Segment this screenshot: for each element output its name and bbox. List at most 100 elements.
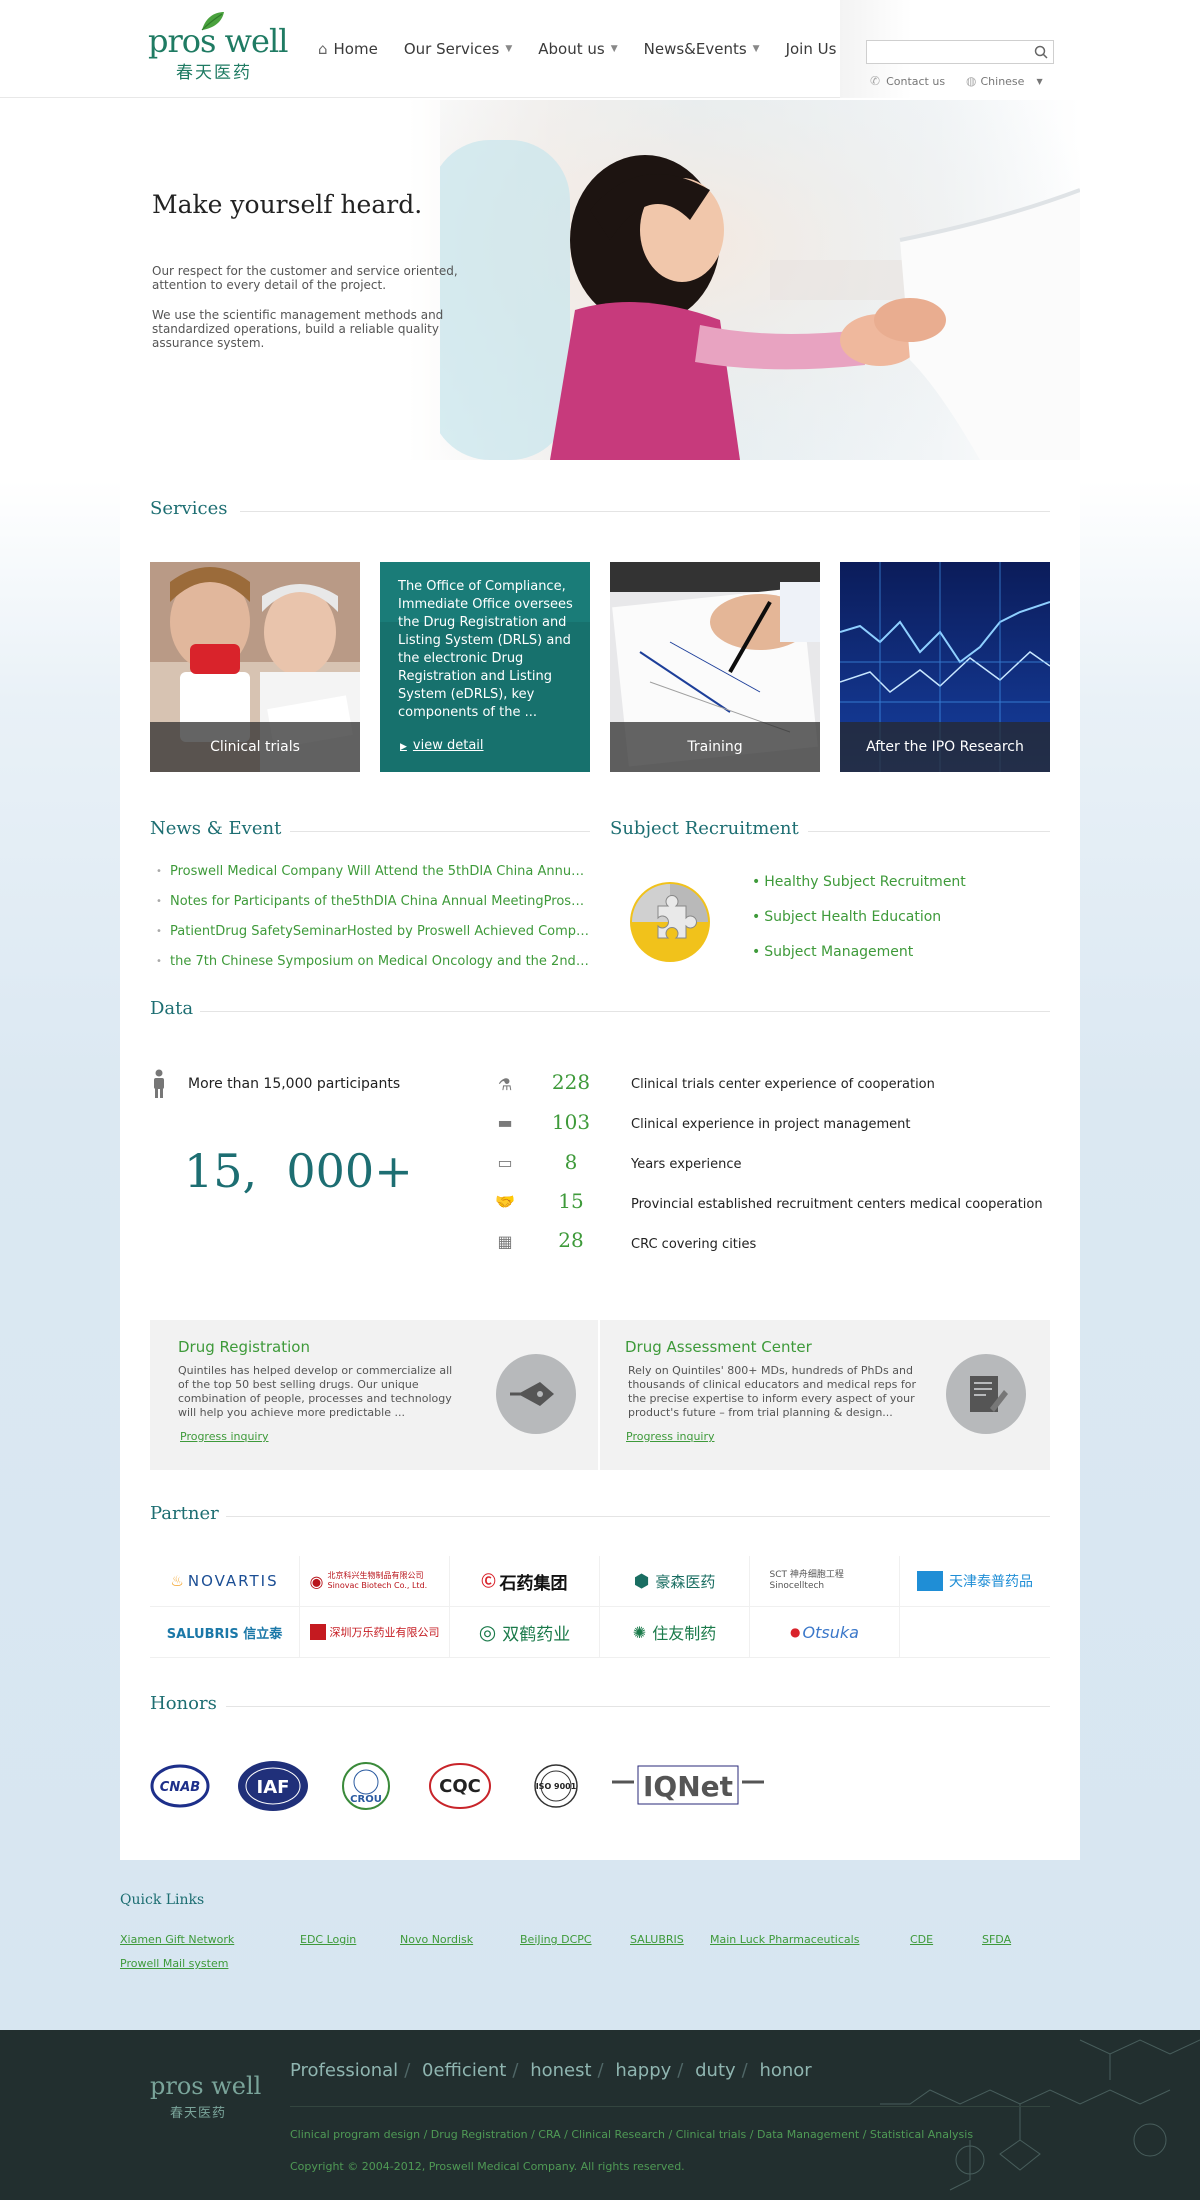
footer-copyright: Copyright © 2004-2012, Proswell Medical … bbox=[290, 2160, 685, 2173]
partner-grid: ♨ NOVARTIS ◉ 北京科兴生物制品有限公司 Sinovac Biotec… bbox=[150, 1556, 1050, 1658]
quick-link[interactable]: SFDA bbox=[982, 1933, 1011, 1946]
footer-services: Clinical program design / Drug Registrat… bbox=[290, 2128, 974, 2141]
service-tile-training[interactable]: Training bbox=[610, 562, 820, 772]
assessment-title: Drug Registration bbox=[178, 1338, 310, 1356]
logo[interactable]: pros well 春天医药 bbox=[148, 12, 288, 83]
data-title: Data bbox=[150, 998, 194, 1019]
contact-us-link[interactable]: ✆ Contact us bbox=[870, 74, 945, 88]
cspc-icon: Ⓒ bbox=[481, 1574, 496, 1590]
recruitment-item-label: Subject Health Education bbox=[764, 909, 942, 925]
cnab-logo: CNAB bbox=[150, 1760, 210, 1812]
tile-caption: After the IPO Research bbox=[840, 722, 1050, 772]
services-title: Services bbox=[150, 498, 228, 519]
nav-home[interactable]: ⌂ Home bbox=[318, 40, 378, 58]
partner-logo[interactable]: SCT 神舟细胞工程 Sinocelltech bbox=[750, 1556, 899, 1606]
separator: / bbox=[597, 2060, 604, 2081]
recruitment-item[interactable]: • Healthy Subject Recruitment bbox=[752, 874, 966, 909]
recruitment-item[interactable]: • Subject Health Education bbox=[752, 909, 966, 944]
footer: pros well 春天医药 Professional/ 0efficient /… bbox=[0, 2030, 1200, 2200]
crane-icon: ◎ bbox=[478, 1620, 497, 1644]
recruitment-item-label: Healthy Subject Recruitment bbox=[764, 874, 966, 890]
partner-name: 双鹤药业 bbox=[502, 1624, 571, 1645]
partner-logo[interactable]: ♨ NOVARTIS bbox=[150, 1556, 299, 1606]
cqc-logo: CQC bbox=[428, 1760, 492, 1812]
iso9001-logo: ISO 9001 bbox=[532, 1760, 580, 1812]
partner-logo[interactable]: SALUBRIS 信立泰 bbox=[150, 1607, 299, 1657]
footer-value: Professional bbox=[290, 2060, 399, 2081]
hero-paragraph-2: We use the scientific management methods… bbox=[152, 308, 444, 350]
stat-label: Provincial established recruitment cente… bbox=[631, 1197, 1043, 1212]
cqc-text: CQC bbox=[439, 1776, 481, 1797]
quick-links-title: Quick Links bbox=[120, 1892, 205, 1908]
language-selector[interactable]: ◍ Chinese ▼ bbox=[966, 74, 1043, 88]
partner-name: Otsuka bbox=[802, 1622, 859, 1642]
service-tile-ipo-research[interactable]: After the IPO Research bbox=[840, 562, 1050, 772]
partner-logo[interactable]: ◉ 北京科兴生物制品有限公司 Sinovac Biotech Co., Ltd. bbox=[300, 1556, 449, 1606]
divider bbox=[226, 1706, 1050, 1707]
service-tile-drug-registration[interactable]: The Office of Compliance, Immediate Offi… bbox=[380, 562, 590, 772]
news-item[interactable]: Notes for Participants of the5thDIA Chin… bbox=[152, 892, 592, 922]
nav-our-services[interactable]: Our Services ▼ bbox=[404, 40, 512, 58]
battery-icon: ▭ bbox=[497, 1153, 513, 1172]
tile-description: The Office of Compliance, Immediate Offi… bbox=[398, 579, 573, 720]
assessment-body: Rely on Quintiles' 800+ MDs, hundreds of… bbox=[628, 1364, 917, 1419]
hero-image bbox=[440, 100, 1080, 460]
view-detail-label: view detail bbox=[412, 738, 484, 753]
search-icon[interactable] bbox=[1033, 44, 1049, 60]
caret-right-icon: ▶ bbox=[400, 742, 407, 752]
news-item[interactable]: the 7th Chinese Symposium on Medical Onc… bbox=[152, 952, 592, 982]
quick-link[interactable]: SALUBRIS bbox=[630, 1933, 684, 1946]
iaf-text: IAF bbox=[257, 1777, 290, 1798]
partner-logo[interactable]: ⬢ 豪森医药 bbox=[600, 1556, 749, 1606]
recruitment-item[interactable]: • Subject Management bbox=[752, 944, 966, 979]
partner-logo[interactable]: ✺ 住友制药 bbox=[600, 1607, 749, 1657]
nav-join-us[interactable]: Join Us bbox=[786, 40, 837, 58]
news-item[interactable]: Proswell Medical Company Will Attend the… bbox=[152, 862, 592, 892]
separator: / bbox=[404, 2060, 411, 2081]
partner-logo[interactable]: ◎ 双鹤药业 bbox=[450, 1607, 599, 1657]
search-box bbox=[866, 40, 1054, 64]
footer-logo-chinese: 春天医药 bbox=[170, 2106, 227, 2121]
home-icon: ⌂ bbox=[318, 40, 328, 58]
divider bbox=[200, 1011, 1050, 1012]
nav-news-events[interactable]: News&Events ▼ bbox=[644, 40, 760, 58]
nav-about-us[interactable]: About us ▼ bbox=[538, 40, 617, 58]
partner-logo[interactable]: ● Otsuka bbox=[750, 1607, 899, 1657]
stat-value: 103 bbox=[551, 1110, 591, 1134]
contact-us-label: Contact us bbox=[886, 74, 946, 88]
view-detail-link[interactable]: ▶ view detail bbox=[400, 738, 484, 753]
search-input[interactable] bbox=[867, 41, 1027, 64]
quick-link[interactable]: EDC Login bbox=[300, 1933, 356, 1946]
quick-link[interactable]: CDE bbox=[910, 1933, 933, 1946]
quick-link[interactable]: BeiJing DCPC bbox=[520, 1933, 592, 1946]
handshake-icon: 🤝 bbox=[495, 1192, 515, 1211]
stat-label: Years experience bbox=[631, 1157, 742, 1172]
partner-logo[interactable]: 天津泰普药品 bbox=[900, 1556, 1050, 1606]
stat-value: 28 bbox=[558, 1228, 584, 1252]
quick-link[interactable]: Main Luck Pharmaceuticals bbox=[710, 1933, 859, 1946]
drug-assessment-center-box: Drug Assessment Center Rely on Quintiles… bbox=[600, 1320, 1050, 1470]
news-item[interactable]: PatientDrug SafetySeminarHosted by Prosw… bbox=[152, 922, 592, 952]
nav-news-events-label: News&Events bbox=[643, 40, 747, 58]
document-edit-icon bbox=[946, 1354, 1026, 1434]
stat-value: 8 bbox=[564, 1150, 578, 1174]
logo-text: pros well bbox=[148, 22, 288, 60]
pen-nib-icon bbox=[496, 1354, 576, 1434]
iso9001-text: ISO 9001 bbox=[536, 1782, 577, 1791]
partner-name: 住友制药 bbox=[652, 1624, 717, 1643]
partner-logo[interactable]: 深圳万乐药业有限公司 bbox=[300, 1607, 449, 1657]
otsuka-icon: ● bbox=[790, 1625, 801, 1639]
progress-inquiry-link[interactable]: Progress inquiry bbox=[626, 1430, 715, 1443]
nav-join-us-label: Join Us bbox=[785, 40, 837, 58]
quick-link[interactable]: Novo Nordisk bbox=[400, 1933, 473, 1946]
wanle-icon bbox=[309, 1624, 326, 1640]
puzzle-icon bbox=[630, 882, 710, 962]
quick-link[interactable]: Prowell Mail system bbox=[120, 1957, 228, 1970]
progress-inquiry-link[interactable]: Progress inquiry bbox=[180, 1430, 269, 1443]
quick-link[interactable]: Xiamen Gift Network bbox=[120, 1933, 234, 1946]
divider bbox=[290, 831, 590, 832]
service-tile-clinical-trials[interactable]: Clinical trials bbox=[150, 562, 360, 772]
partner-logo[interactable]: Ⓒ 石药集团 bbox=[450, 1556, 599, 1606]
footer-value: happy bbox=[615, 2060, 672, 2081]
partner-name: SALUBRIS 信立泰 bbox=[166, 1626, 283, 1642]
